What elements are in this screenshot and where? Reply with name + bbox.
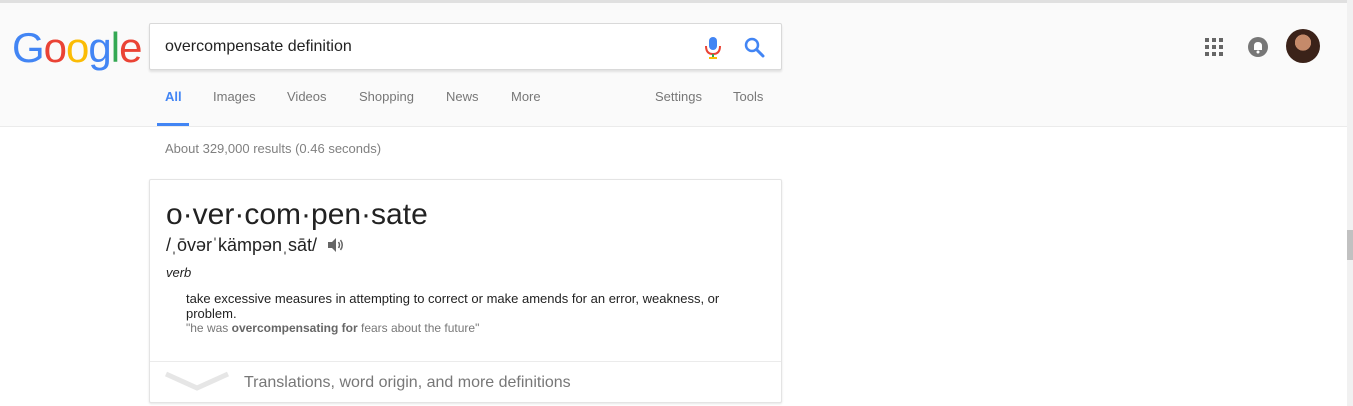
search-tabs: All Images Videos Shopping News More Set…	[0, 3, 1353, 126]
usage-example: "he was overcompensating for fears about…	[186, 321, 479, 335]
part-of-speech: verb	[166, 265, 192, 280]
example-suffix: fears about the future"	[357, 321, 480, 335]
speaker-icon[interactable]	[327, 237, 345, 253]
tab-more[interactable]: More	[511, 89, 541, 104]
tab-settings[interactable]: Settings	[655, 89, 702, 104]
active-tab-indicator	[157, 123, 189, 126]
example-bold: overcompensating for	[231, 321, 358, 335]
more-definitions-label: Translations, word origin, and more defi…	[244, 374, 571, 391]
search-header: Google All Images Videos Shopping New	[0, 3, 1353, 127]
tab-news[interactable]: News	[446, 89, 479, 104]
pronunciation: /ˌōvərˈkämpənˌsāt/	[166, 235, 318, 255]
tab-shopping[interactable]: Shopping	[359, 89, 414, 104]
tab-all[interactable]: All	[165, 89, 182, 104]
example-prefix: "he was	[186, 321, 232, 335]
more-definitions-row[interactable]: Translations, word origin, and more defi…	[150, 361, 781, 403]
tab-videos[interactable]: Videos	[287, 89, 327, 104]
definition-text: take excessive measures in attempting to…	[186, 291, 720, 321]
result-stats: About 329,000 results (0.46 seconds)	[165, 141, 382, 156]
scrollbar[interactable]	[1347, 0, 1353, 406]
scrollbar-thumb[interactable]	[1347, 230, 1353, 260]
tab-tools[interactable]: Tools	[733, 89, 763, 104]
dictionary-card: o·ver·com·pen·sate /ˌōvərˈkämpənˌsāt/ ve…	[149, 179, 782, 403]
tab-images[interactable]: Images	[213, 89, 256, 104]
chevron-down-icon	[164, 371, 230, 391]
definition-word: o·ver·com·pen·sate	[166, 198, 428, 231]
